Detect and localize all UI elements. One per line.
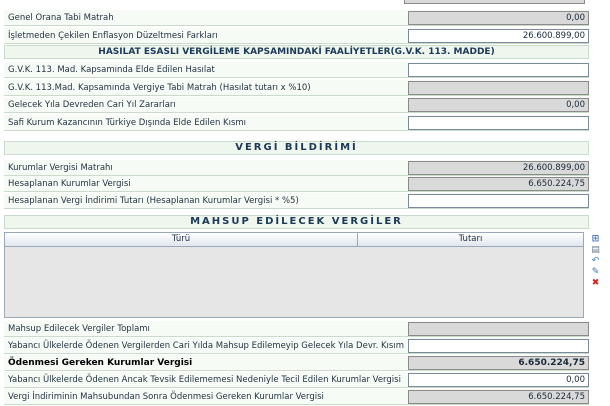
row-label: Safi Kurum Kazancının Türkiye Dışında El…: [8, 118, 247, 128]
hasilat-field[interactable]: [408, 63, 589, 77]
mahsup-section-header: MAHSUP EDİLECEK VERGİLER: [4, 215, 589, 229]
edit-row-icon[interactable]: ✎: [590, 268, 601, 277]
row-label: Gelecek Yıla Devreden Cari Yıl Zararları: [8, 100, 176, 110]
row-vergiye-tabi-matrah: G.V.K. 113.Mad. Kapsamında Vergiye Tabi …: [4, 80, 589, 96]
row-label: Ödenmesi Gereken Kurumlar Vergisi: [8, 358, 193, 368]
row-label: Hesaplanan Kurumlar Vergisi: [8, 179, 131, 189]
row-odenmesi-gereken: Ödenmesi Gereken Kurumlar Vergisi 6.650.…: [4, 355, 589, 371]
row-label: Hesaplanan Vergi İndirimi Tutarı (Hesapl…: [8, 196, 299, 206]
row-mahsup-toplami: Mahsup Edilecek Vergiler Toplamı: [4, 321, 589, 337]
grid-toolbar: ⊞ ▤ ↶ ✎ ✖: [590, 235, 602, 290]
row-hasilat: G.V.K. 113. Mad. Kapsamında Elde Edilen …: [4, 62, 589, 78]
delete-row-icon[interactable]: ✖: [590, 279, 601, 288]
row-label: Vergi İndiriminin Mahsubundan Sonra Öden…: [8, 392, 324, 402]
genel-orana-tabi-matrah-field[interactable]: 0,00: [408, 11, 589, 25]
vergi-indirimi-field[interactable]: [408, 194, 589, 208]
row-label: İşletmeden Çekilen Enflasyon Düzeltmesi …: [8, 31, 218, 41]
row-gelecek-yila-devreden: Yabancı Ülkelerde Ödenen Vergilerden Car…: [4, 338, 589, 354]
row-label: Yabancı Ülkelerde Ödenen Vergilerden Car…: [8, 341, 404, 351]
row-enflasyon-duzeltmesi: İşletmeden Çekilen Enflasyon Düzeltmesi …: [4, 28, 589, 44]
grid-header-tutari[interactable]: Tutarı: [358, 233, 583, 247]
row-vergi-indirimi: Hesaplanan Vergi İndirimi Tutarı (Hesapl…: [4, 193, 589, 209]
row-devreden-zararlar: Gelecek Yıla Devreden Cari Yıl Zararları…: [4, 97, 589, 113]
kurumlar-vergisi-matrahi-field[interactable]: 26.600.899,00: [408, 161, 589, 175]
hasilat-section-header: HASILAT ESASLI VERGİLEME KAPSAMINDAKİ FA…: [4, 45, 589, 59]
row-label: Genel Orana Tabi Matrah: [8, 13, 114, 23]
mahsup-toplami-field[interactable]: [408, 322, 589, 336]
hesaplanan-kurumlar-vergisi-field[interactable]: 6.650.224,75: [408, 177, 589, 191]
undo-icon[interactable]: ↶: [590, 257, 601, 266]
row-tecil-edilen: Yabancı Ülkelerde Ödenen Ancak Tevsik Ed…: [4, 372, 589, 388]
gelecek-yila-devreden-field[interactable]: [408, 339, 589, 353]
row-label: Mahsup Edilecek Vergiler Toplamı: [8, 324, 150, 334]
grid-header-turu[interactable]: Türü: [5, 233, 358, 247]
devreden-zararlar-field[interactable]: 0,00: [408, 98, 589, 112]
row-kurumlar-vergisi-matrahi: Kurumlar Vergisi Matrahı 26.600.899,00: [4, 160, 589, 176]
odenmesi-gereken-field[interactable]: 6.650.224,75: [408, 356, 589, 370]
enflasyon-duzeltmesi-field[interactable]: 26.600.899,00: [408, 29, 589, 43]
vergi-bildirimi-header: VERGİ BİLDİRİMİ: [4, 141, 589, 155]
row-turkiye-disi-kazanc: Safi Kurum Kazancının Türkiye Dışında El…: [4, 115, 589, 131]
previous-field-bottom: [404, 0, 585, 4]
add-row-icon[interactable]: ⊞: [590, 235, 601, 244]
row-label: Kurumlar Vergisi Matrahı: [8, 163, 113, 173]
row-label: G.V.K. 113.Mad. Kapsamında Vergiye Tabi …: [8, 83, 311, 93]
vergiye-tabi-matrah-field[interactable]: [408, 81, 589, 95]
row-indirim-sonrasi-odenecek: Vergi İndiriminin Mahsubundan Sonra Öden…: [4, 389, 589, 405]
row-hesaplanan-kurumlar-vergisi: Hesaplanan Kurumlar Vergisi 6.650.224,75: [4, 176, 589, 192]
row-genel-orana-tabi-matrah: Genel Orana Tabi Matrah 0,00: [4, 10, 589, 26]
turkiye-disi-kazanc-field[interactable]: [408, 116, 589, 130]
row-label: G.V.K. 113. Mad. Kapsamında Elde Edilen …: [8, 65, 215, 75]
indirim-sonrasi-odenecek-field[interactable]: 6.650.224,75: [408, 390, 589, 404]
tecil-edilen-field[interactable]: 0,00: [408, 373, 589, 387]
row-label: Yabancı Ülkelerde Ödenen Ancak Tevsik Ed…: [8, 375, 401, 385]
insert-row-icon[interactable]: ▤: [590, 246, 601, 255]
mahsup-grid[interactable]: Türü Tutarı: [4, 232, 584, 318]
